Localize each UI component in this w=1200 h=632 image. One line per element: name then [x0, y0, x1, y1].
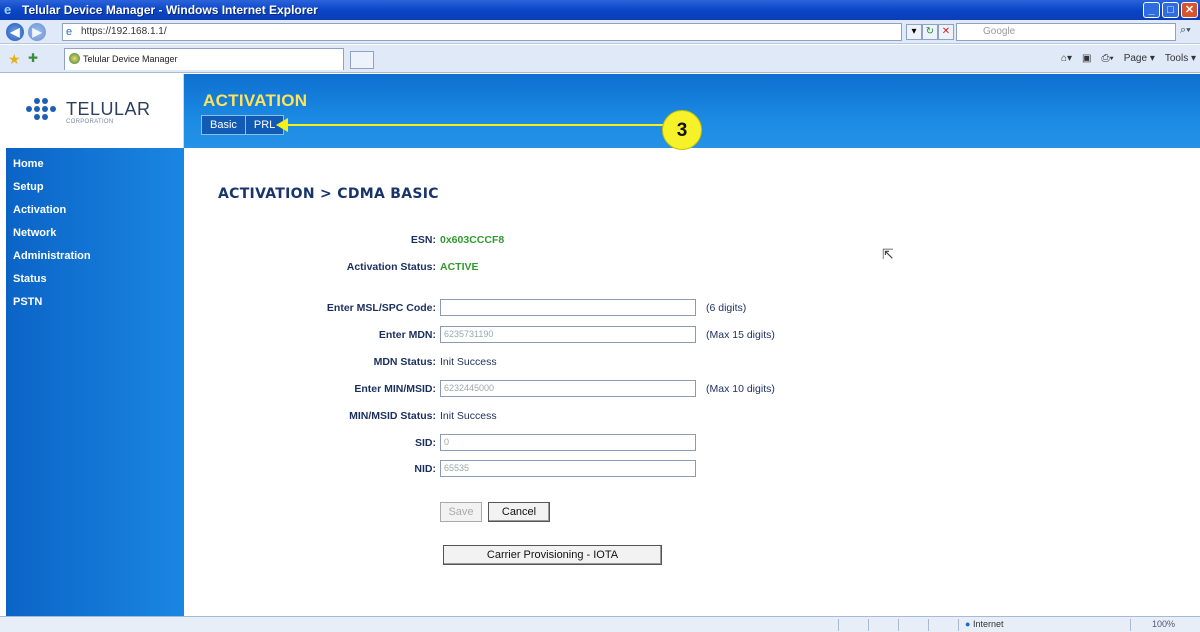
address-input[interactable]: e https://192.168.1.1/ — [62, 23, 902, 41]
section-title: ACTIVATION — [203, 91, 308, 110]
zone-label: Internet — [972, 619, 1004, 629]
logo-text: TELULAR — [66, 99, 151, 119]
min-label: Enter MIN/MSID: — [354, 383, 436, 395]
sidebar-item-pstn[interactable]: PSTN — [6, 291, 184, 314]
page-header — [6, 74, 1200, 148]
sidebar-item-activation[interactable]: Activation — [6, 199, 184, 222]
window-titlebar: e Telular Device Manager - Windows Inter… — [0, 0, 1200, 20]
tools-menu[interactable]: Tools ▾ — [1165, 53, 1196, 64]
esn-label: ESN: — [410, 234, 436, 246]
close-window-button[interactable]: ✕ — [1181, 2, 1198, 18]
address-dropdown-button[interactable]: ▾ — [906, 24, 922, 40]
page-menu[interactable]: Page ▾ — [1124, 53, 1155, 64]
page-icon: e — [66, 26, 73, 38]
url-text: https://192.168.1.1/ — [81, 26, 167, 37]
cancel-button[interactable]: Cancel — [488, 502, 550, 522]
print-icon[interactable]: ⎙▾ — [1101, 53, 1113, 64]
back-button[interactable]: ◀ — [6, 23, 24, 41]
security-zone: ● Internet — [965, 619, 1003, 629]
stop-icon[interactable]: ✕ — [938, 24, 954, 40]
telular-logo: TELULAR CORPORATION — [6, 74, 184, 148]
mouse-pointer-icon: ⇱ — [882, 246, 894, 262]
maximize-button[interactable]: □ — [1162, 2, 1179, 18]
msl-hint: (6 digits) — [706, 302, 747, 314]
sid-input[interactable]: 0 — [440, 434, 696, 451]
mdn-hint: (Max 15 digits) — [706, 329, 775, 341]
logo-dots-icon — [26, 98, 60, 122]
annotation-step-badge: 3 — [662, 110, 702, 150]
sidebar-item-home[interactable]: Home — [6, 153, 184, 176]
sidebar-item-administration[interactable]: Administration — [6, 245, 184, 268]
activation-status-label: Activation Status: — [346, 261, 436, 273]
activation-subtabs: Basic PRL — [201, 115, 285, 135]
mdn-label: Enter MDN: — [378, 329, 436, 341]
sidebar-item-status[interactable]: Status — [6, 268, 184, 291]
globe-icon: ● — [965, 619, 971, 629]
zoom-level[interactable]: 100% — [1152, 619, 1175, 629]
esn-value: 0x603CCCF8 — [440, 234, 505, 246]
annotation-arrow-line — [284, 124, 666, 126]
mdn-input[interactable]: 6235731190 — [440, 326, 696, 343]
sidebar-nav: Home Setup Activation Network Administra… — [6, 148, 184, 616]
feeds-icon[interactable]: ▣ — [1082, 53, 1091, 64]
mdn-status-label: MDN Status: — [373, 356, 436, 368]
mdn-status-value: Init Success — [440, 356, 497, 368]
new-tab-button[interactable] — [350, 51, 374, 69]
tab-basic[interactable]: Basic — [202, 116, 246, 134]
address-toolbar: ◀ ▶ e https://192.168.1.1/ ▾ ↻ ✕ Google … — [0, 20, 1200, 44]
min-status-label: MIN/MSID Status: — [349, 410, 436, 422]
carrier-provisioning-button[interactable]: Carrier Provisioning - IOTA — [443, 545, 662, 565]
tab-bar: ★ ✚ Telular Device Manager ⌂▾ ▣ ⎙▾ Page … — [0, 45, 1200, 73]
sidebar-item-setup[interactable]: Setup — [6, 176, 184, 199]
home-icon[interactable]: ⌂▾ — [1061, 53, 1072, 64]
tab-site-icon — [69, 53, 80, 64]
web-content: TELULAR CORPORATION ACTIVATION Basic PRL… — [6, 74, 1200, 616]
logo-subtext: CORPORATION — [66, 119, 114, 125]
save-button[interactable]: Save — [440, 502, 482, 522]
forward-button[interactable]: ▶ — [28, 23, 46, 41]
add-favorites-icon[interactable]: ✚ — [28, 51, 38, 65]
nid-label: NID: — [414, 463, 436, 475]
min-input[interactable]: 6232445000 — [440, 380, 696, 397]
sid-label: SID: — [415, 437, 436, 449]
activation-status-value: ACTIVE — [440, 261, 479, 273]
refresh-icon[interactable]: ↻ — [922, 24, 938, 40]
minimize-button[interactable]: _ — [1143, 2, 1160, 18]
ie-logo-icon: e — [4, 2, 12, 17]
annotation-arrowhead — [276, 118, 288, 132]
window-title: Telular Device Manager - Windows Interne… — [22, 3, 318, 17]
min-hint: (Max 10 digits) — [706, 383, 775, 395]
nid-input[interactable]: 65535 — [440, 460, 696, 477]
favorites-star-icon[interactable]: ★ — [8, 51, 21, 68]
search-input[interactable]: Google — [956, 23, 1176, 41]
status-bar: ● Internet 100% — [0, 616, 1200, 632]
tab-label: Telular Device Manager — [83, 54, 178, 64]
tab-telular-device-manager[interactable]: Telular Device Manager — [64, 48, 344, 70]
window-controls: _ □ ✕ — [1143, 2, 1198, 18]
command-bar: ⌂▾ ▣ ⎙▾ Page ▾ Tools ▾ — [1061, 53, 1196, 64]
search-icon[interactable]: ⌕▾ — [1180, 24, 1191, 37]
min-status-value: Init Success — [440, 410, 497, 422]
msl-input[interactable] — [440, 299, 696, 316]
msl-label: Enter MSL/SPC Code: — [326, 302, 436, 314]
page-title: ACTIVATION > CDMA BASIC — [218, 186, 439, 202]
sidebar-item-network[interactable]: Network — [6, 222, 184, 245]
